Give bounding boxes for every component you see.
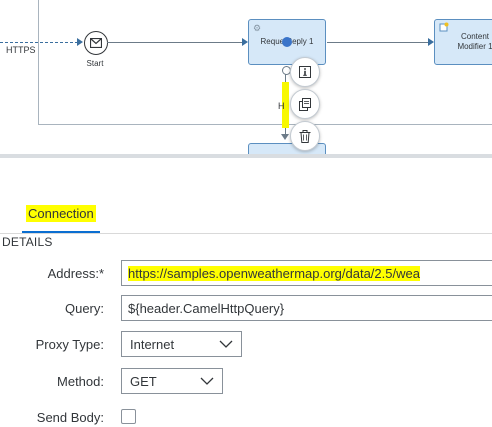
canvas-divider [0, 154, 492, 158]
method-select[interactable]: GET [121, 368, 223, 394]
https-adapter-label: HTTPS [6, 45, 36, 55]
proxy-type-select[interactable]: Internet [121, 331, 242, 357]
content-modifier-label: Content Modifier 1 [457, 32, 492, 51]
tab-connection[interactable]: Connection [26, 205, 96, 222]
chevron-down-icon [200, 377, 214, 385]
address-value: https://samples.openweathermap.org/data/… [128, 266, 420, 281]
integration-flow-canvas[interactable]: HTTPS Start ⚙ Reque Reply 1 Content Modi… [0, 0, 492, 158]
info-icon [299, 66, 311, 78]
delete-icon [299, 129, 311, 143]
https-message-flow[interactable] [0, 42, 78, 43]
query-value: ${header.CamelHttpQuery} [128, 301, 285, 316]
required-marker: * [98, 266, 104, 281]
copy-button[interactable] [290, 89, 320, 119]
section-title-details: DETAILS [2, 235, 53, 249]
address-label: Address: [47, 266, 99, 281]
copy-icon [298, 97, 311, 111]
address-field[interactable]: https://samples.openweathermap.org/data/… [121, 260, 492, 286]
delete-button[interactable] [290, 121, 320, 151]
flow-arrow-icon [77, 38, 83, 46]
send-body-checkbox[interactable] [121, 409, 136, 424]
sequence-flow-1[interactable] [107, 42, 243, 43]
gear-icon: ⚙ [253, 23, 262, 33]
proxy-type-label: Proxy Type: [35, 337, 104, 352]
flow-arrow-down-icon [281, 134, 289, 140]
receiver-adapter-label: H [278, 101, 285, 111]
proxy-type-value: Internet [130, 337, 175, 352]
method-value: GET [130, 374, 157, 389]
info-button[interactable] [290, 57, 320, 87]
envelope-icon [90, 38, 102, 48]
content-modifier-step[interactable]: Content Modifier 1 [434, 19, 492, 65]
sequence-flow-2[interactable] [327, 42, 429, 43]
selection-handle-icon[interactable] [282, 37, 292, 47]
content-modifier-icon [439, 22, 449, 32]
start-event[interactable] [84, 31, 108, 55]
query-label: Query: [64, 301, 104, 316]
send-body-label: Send Body: [36, 410, 104, 425]
chevron-down-icon [219, 340, 233, 348]
start-event-label: Start [86, 59, 104, 68]
address-label-group: Address:* [48, 266, 104, 281]
query-field[interactable]: ${header.CamelHttpQuery} [121, 295, 492, 321]
method-label: Method: [57, 374, 104, 389]
tab-divider [0, 233, 492, 234]
